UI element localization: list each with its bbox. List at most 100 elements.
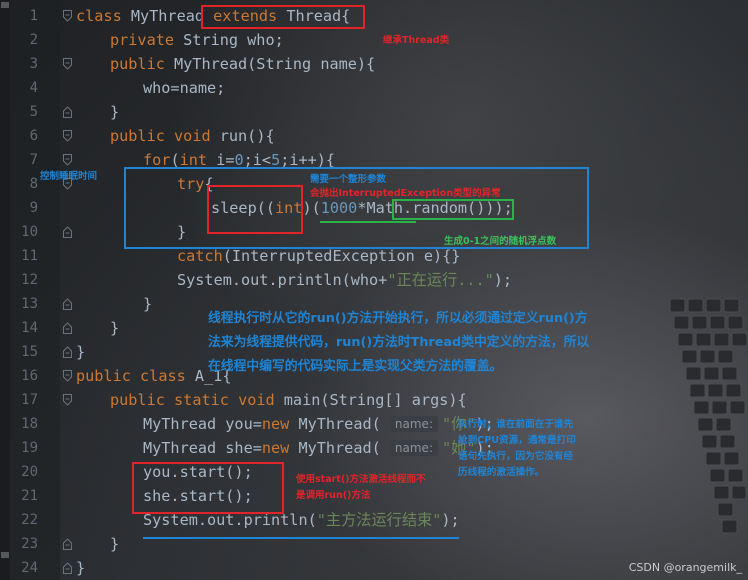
line-number: 19 (21, 440, 38, 456)
structure-tool-icon[interactable] (1, 552, 9, 558)
number-underline (320, 221, 416, 223)
code-line[interactable]: } (110, 532, 119, 556)
println-underline (143, 537, 459, 539)
line-number: 6 (29, 128, 38, 144)
keyword: public (76, 367, 131, 385)
line-number: 7 (29, 152, 38, 168)
fold-open-icon[interactable] (63, 370, 72, 382)
fold-open-icon[interactable] (63, 154, 72, 166)
code-line[interactable]: public static void main(String[] args){ (110, 388, 467, 412)
random-highlight-box (392, 199, 514, 220)
watermark: CSDN @orangemilk_ (628, 561, 742, 574)
fold-close-icon[interactable] (63, 538, 72, 550)
code-text: } (110, 319, 120, 337)
keyword: void (238, 391, 275, 409)
code-text: main(String[] args){ (274, 391, 467, 409)
code-line[interactable]: } (110, 100, 119, 124)
exception-annotation: 会抛出InterruptedException类型的异常 (310, 188, 501, 199)
code-text: } (143, 295, 153, 313)
keyword: void (174, 127, 211, 145)
line-number: 9 (29, 200, 38, 216)
fold-open-icon[interactable] (63, 130, 72, 142)
tool-window-strip (0, 0, 10, 580)
fold-open-icon[interactable] (63, 394, 72, 406)
line-number: 14 (21, 320, 38, 336)
run-explanation-annotation: 线程执行时从它的run()方法开始执行，所以必须通过定义run()方 法来为线程… (208, 311, 590, 374)
code-line[interactable]: who=name; (143, 76, 225, 100)
string-literal: "主方法运行结束" (316, 511, 442, 529)
keyword: new (261, 439, 290, 457)
code-text: (InterruptedException e){} (222, 247, 461, 265)
code-line[interactable]: } (76, 556, 85, 580)
random-annotation: 生成0-1之间的随机浮点数 (444, 236, 557, 247)
code-text: MyThread(String name){ (164, 55, 376, 73)
code-line[interactable]: public void run(){ (110, 124, 275, 148)
fold-close-icon[interactable] (63, 346, 72, 358)
line-number: 20 (21, 464, 38, 480)
code-text: } (76, 559, 86, 577)
fold-open-icon[interactable] (63, 58, 72, 70)
line-number: 18 (21, 416, 38, 432)
parameter-hint: name: (389, 440, 438, 456)
code-text: ); (441, 511, 460, 529)
execution-order-annotation: 执行时，谁在前面在于谁先 抢到CPU资源，通常是打印 语句先执行，因为它没有经 … (458, 419, 576, 478)
extends-highlight-box (201, 5, 365, 29)
line-number: 12 (21, 272, 38, 288)
line-number: 15 (21, 344, 38, 360)
code-line[interactable]: MyThread you=new MyThread( name: "你"); (143, 412, 494, 436)
project-tool-icon[interactable] (1, 2, 9, 8)
keyword: catch (177, 247, 223, 265)
keyword: static (174, 391, 229, 409)
code-line[interactable]: } (143, 292, 152, 316)
keyboard-background-decoration (669, 298, 748, 534)
keyword: private (110, 31, 175, 49)
code-line[interactable]: public MyThread(String name){ (110, 52, 375, 76)
code-text: who=name; (143, 79, 226, 97)
int-cast-highlight-box (207, 185, 303, 234)
code-text: MyThread she= (143, 439, 262, 457)
keyword: new (261, 415, 290, 433)
fold-close-icon[interactable] (63, 562, 72, 574)
fold-close-icon[interactable] (63, 106, 72, 118)
code-line[interactable]: } (76, 340, 85, 364)
start-calls-highlight-box (132, 462, 284, 514)
code-line[interactable]: MyThread she=new MyThread( name: "她"); (143, 436, 494, 460)
sleep-annotation: 控制睡眠时间 (40, 171, 98, 182)
code-line[interactable]: private String who; (110, 28, 284, 52)
code-text: } (110, 535, 120, 553)
code-text: MyThread( (289, 439, 390, 457)
fold-close-icon[interactable] (63, 298, 72, 310)
fold-close-icon[interactable] (63, 322, 72, 334)
parameter-hint: name: (389, 416, 438, 432)
string-literal: "正在运行..." (387, 271, 494, 289)
line-number: 13 (21, 296, 38, 312)
line-number: 2 (29, 32, 38, 48)
code-editor[interactable]: 1 2 3 4 5 6 7 8 9 10 11 12 13 14 15 16 1… (0, 0, 748, 580)
line-number: 16 (21, 368, 38, 384)
code-text: } (110, 103, 120, 121)
fold-open-icon[interactable] (63, 10, 72, 22)
fold-close-icon[interactable] (63, 226, 72, 238)
line-number: 3 (29, 56, 38, 72)
code-text: MyThread (121, 7, 214, 25)
line-number: 5 (29, 104, 38, 120)
int-param-annotation: 需要一个整形参数 (310, 174, 387, 185)
line-number: 22 (21, 512, 38, 528)
keyword: class (140, 367, 186, 385)
code-text: MyThread you= (143, 415, 262, 433)
keyword: public (110, 55, 165, 73)
line-number: 17 (21, 392, 38, 408)
keyword: public (110, 127, 165, 145)
line-number: 8 (29, 176, 38, 192)
start-annotation: 使用start()方法激活线程而不 是调用run()方法 (296, 474, 426, 501)
keyword: class (76, 7, 122, 25)
line-number: 4 (29, 80, 38, 96)
code-line[interactable]: } (110, 316, 119, 340)
code-line[interactable]: System.out.println(who+"正在运行..."); (177, 268, 512, 292)
inherit-annotation: 继承Thread类 (383, 35, 450, 46)
code-text: } (76, 343, 86, 361)
line-number: 1 (29, 8, 38, 24)
